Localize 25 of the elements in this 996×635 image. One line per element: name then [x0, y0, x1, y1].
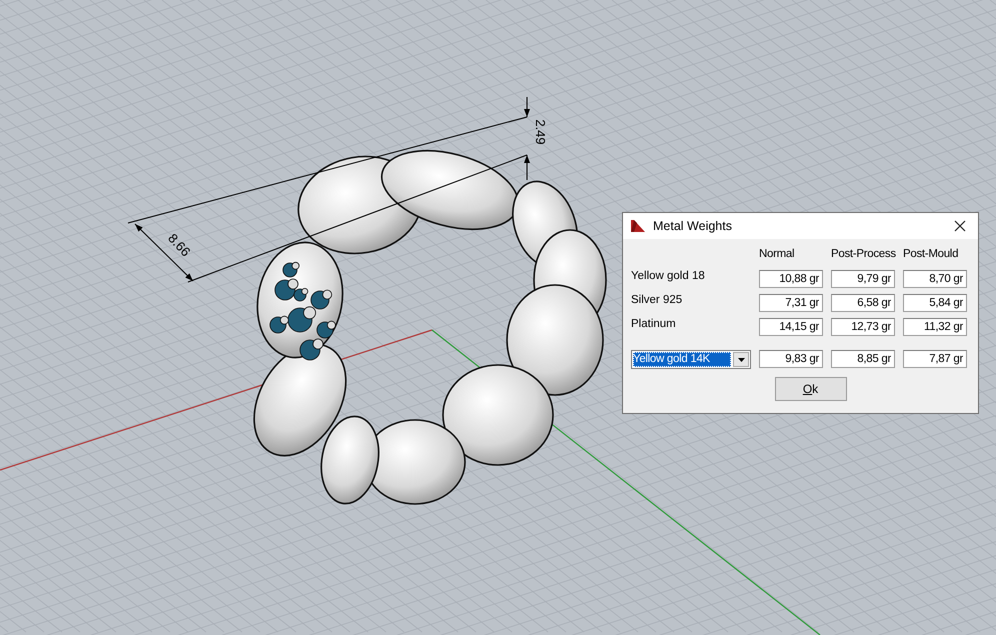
window-title: Metal Weights: [653, 218, 732, 235]
weight-field[interactable]: 8,70 gr: [903, 270, 967, 288]
column-header: Post-Mould: [903, 247, 958, 262]
weight-field[interactable]: 11,32 gr: [903, 318, 967, 336]
weight-field[interactable]: 9,83 gr: [759, 350, 823, 368]
dimension-value: 2.49: [533, 119, 548, 145]
weight-field[interactable]: 7,87 gr: [903, 350, 967, 368]
weight-field[interactable]: 9,79 gr: [831, 270, 895, 288]
weight-field[interactable]: 14,15 gr: [759, 318, 823, 336]
metal-label: Yellow gold 18: [631, 269, 705, 284]
app-logo-icon: [631, 220, 645, 232]
weight-field[interactable]: 7,31 gr: [759, 294, 823, 312]
caret-icon: [738, 358, 744, 362]
ok-button[interactable]: Ok: [774, 377, 846, 401]
metal-label: Platinum: [631, 317, 676, 332]
weight-field[interactable]: 6,58 gr: [831, 294, 895, 312]
weight-field[interactable]: 12,73 gr: [831, 318, 895, 336]
weight-field[interactable]: 8,85 gr: [831, 350, 895, 368]
metal-label: Silver 925: [631, 293, 682, 308]
weight-field[interactable]: 10,88 gr: [759, 270, 823, 288]
column-header: Post-Process: [831, 247, 896, 262]
dimension-value: 8.66: [165, 230, 194, 260]
metal-dropdown[interactable]: Yellow gold 14K: [631, 350, 751, 369]
column-header: Normal: [759, 247, 794, 262]
weight-field[interactable]: 5,84 gr: [903, 294, 967, 312]
